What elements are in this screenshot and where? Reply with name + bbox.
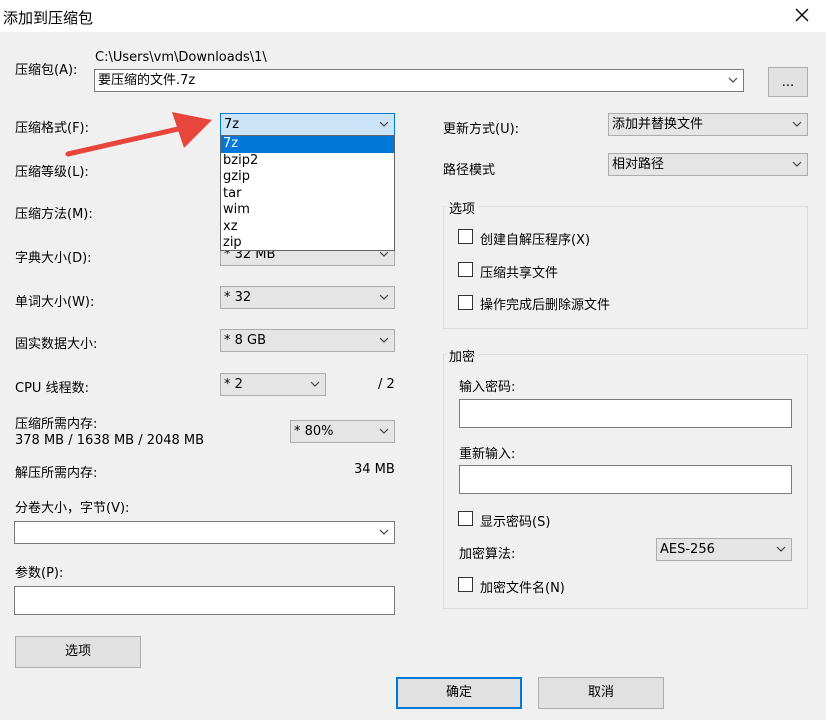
show-password-checkbox[interactable]	[458, 511, 473, 526]
chevron-down-icon	[792, 121, 802, 127]
cpu-threads-total: / 2	[378, 377, 395, 392]
update-mode-combo[interactable]: 添加并替换文件	[608, 113, 808, 136]
chevron-down-icon	[379, 337, 389, 343]
path-mode-combo[interactable]: 相对路径	[608, 153, 808, 176]
volume-size-combo[interactable]	[14, 521, 395, 544]
parameters-input[interactable]	[14, 586, 395, 615]
memory-percent-value: * 80%	[294, 424, 334, 439]
format-option[interactable]: gzip	[221, 169, 394, 186]
format-option[interactable]: wim	[221, 202, 394, 219]
chevron-down-icon	[728, 77, 738, 83]
format-option[interactable]: zip	[221, 235, 394, 252]
decompress-memory-value: 34 MB	[354, 462, 395, 477]
archive-label: 压缩包(A):	[15, 63, 78, 78]
volume-size-label: 分卷大小，字节(V):	[15, 501, 130, 516]
sfx-label: 创建自解压程序(X)	[480, 233, 591, 248]
encryption-group-title: 加密	[446, 346, 479, 365]
close-icon[interactable]	[791, 4, 813, 26]
title-bar	[0, 0, 826, 32]
options-button[interactable]: 选项	[15, 636, 141, 668]
encrypt-names-label: 加密文件名(N)	[480, 581, 565, 596]
decompress-memory-label: 解压所需内存:	[15, 466, 98, 481]
archive-path: C:\Users\vm\Downloads\1\	[95, 50, 267, 65]
archive-name-combo[interactable]: 要压缩的文件.7z	[94, 69, 744, 92]
password-input[interactable]	[459, 399, 792, 428]
word-size-label: 单词大小(W):	[15, 295, 95, 310]
format-option[interactable]: 7z	[221, 136, 394, 153]
word-size-combo[interactable]: * 32	[220, 286, 395, 309]
cancel-button[interactable]: 取消	[538, 677, 664, 709]
solid-size-combo[interactable]: * 8 GB	[220, 329, 395, 352]
format-option[interactable]: bzip2	[221, 153, 394, 170]
update-mode-label: 更新方式(U):	[443, 122, 520, 137]
encryption-method-label: 加密算法:	[459, 547, 516, 562]
reenter-password-label: 重新输入:	[459, 447, 516, 462]
level-label: 压缩等级(L):	[15, 165, 89, 180]
delete-after-label: 操作完成后删除源文件	[480, 298, 611, 313]
browse-button[interactable]: ...	[768, 67, 808, 97]
format-option[interactable]: xz	[221, 219, 394, 236]
memory-percent-combo[interactable]: * 80%	[290, 420, 395, 443]
parameters-label: 参数(P):	[15, 566, 64, 581]
password-label: 输入密码:	[459, 380, 516, 395]
archive-name-value: 要压缩的文件.7z	[98, 73, 196, 88]
cpu-threads-value: * 2	[224, 377, 243, 392]
path-mode-value: 相对路径	[612, 157, 665, 172]
delete-after-checkbox[interactable]	[458, 295, 473, 310]
window-title: 添加到压缩包	[3, 9, 94, 27]
chevron-down-icon	[379, 294, 389, 300]
ok-button[interactable]: 确定	[396, 677, 522, 709]
solid-size-label: 固实数据大小:	[15, 337, 98, 352]
options-group-title: 选项	[446, 198, 479, 217]
encryption-method-value: AES-256	[660, 542, 715, 557]
shared-files-label: 压缩共享文件	[480, 266, 559, 281]
shared-files-checkbox[interactable]	[458, 262, 473, 277]
path-mode-label: 路径模式	[443, 163, 496, 178]
chevron-down-icon	[379, 121, 389, 127]
chevron-down-icon	[792, 161, 802, 167]
format-combo-value: 7z	[224, 117, 240, 132]
method-label: 压缩方法(M):	[15, 207, 93, 222]
word-size-value: * 32	[224, 290, 252, 305]
chevron-down-icon	[379, 428, 389, 434]
solid-size-value: * 8 GB	[224, 333, 267, 348]
reenter-password-input[interactable]	[459, 465, 792, 494]
memory-value: 378 MB / 1638 MB / 2048 MB	[15, 433, 205, 448]
format-option[interactable]: tar	[221, 186, 394, 203]
memory-label: 压缩所需内存:	[15, 417, 98, 432]
sfx-checkbox[interactable]	[458, 229, 473, 244]
show-password-label: 显示密码(S)	[480, 515, 551, 530]
cpu-threads-label: CPU 线程数:	[15, 381, 89, 396]
encryption-method-combo[interactable]: AES-256	[656, 538, 792, 561]
format-combo[interactable]: 7z	[220, 113, 395, 136]
dictionary-label: 字典大小(D):	[15, 251, 92, 266]
chevron-down-icon	[379, 529, 389, 535]
cpu-threads-combo[interactable]: * 2	[220, 373, 326, 396]
format-dropdown-list: 7z bzip2 gzip tar wim xz zip	[220, 135, 395, 251]
chevron-down-icon	[310, 381, 320, 387]
annotation-arrow-icon	[65, 112, 212, 157]
encrypt-names-checkbox[interactable]	[458, 577, 473, 592]
chevron-down-icon	[776, 546, 786, 552]
update-mode-value: 添加并替换文件	[612, 117, 704, 132]
